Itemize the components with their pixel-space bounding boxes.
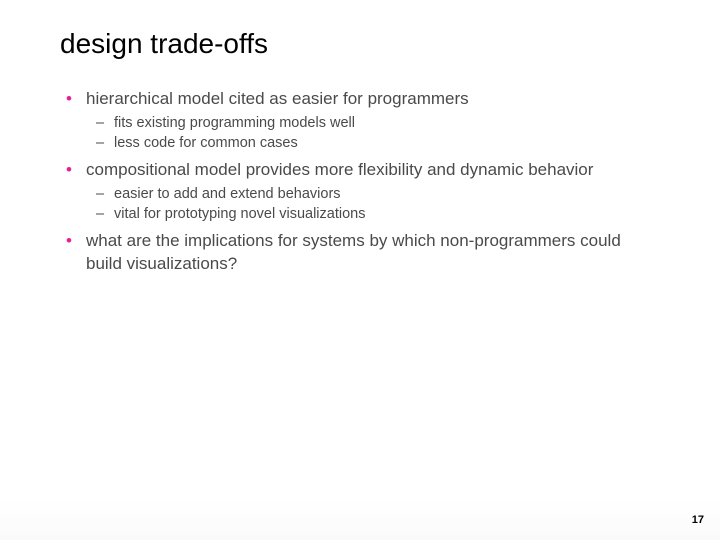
sub-list: fits existing programming models well le… [86, 114, 660, 153]
bullet-list: hierarchical model cited as easier for p… [60, 88, 660, 275]
bullet-text: compositional model provides more flexib… [86, 160, 593, 179]
slide-title: design trade-offs [60, 28, 660, 60]
bullet-text: what are the implications for systems by… [86, 231, 621, 272]
list-item: hierarchical model cited as easier for p… [60, 88, 660, 153]
sub-list-item: easier to add and extend behaviors [86, 185, 660, 205]
footer-band [0, 498, 720, 540]
sub-list-item: fits existing programming models well [86, 114, 660, 134]
slide: design trade-offs hierarchical model cit… [0, 0, 720, 540]
sub-list-item: less code for common cases [86, 134, 660, 154]
bullet-text: hierarchical model cited as easier for p… [86, 89, 469, 108]
sub-list: easier to add and extend behaviors vital… [86, 185, 660, 224]
list-item: compositional model provides more flexib… [60, 159, 660, 224]
page-number: 17 [692, 514, 704, 526]
sub-list-item: vital for prototyping novel visualizatio… [86, 205, 660, 225]
list-item: what are the implications for systems by… [60, 230, 660, 274]
